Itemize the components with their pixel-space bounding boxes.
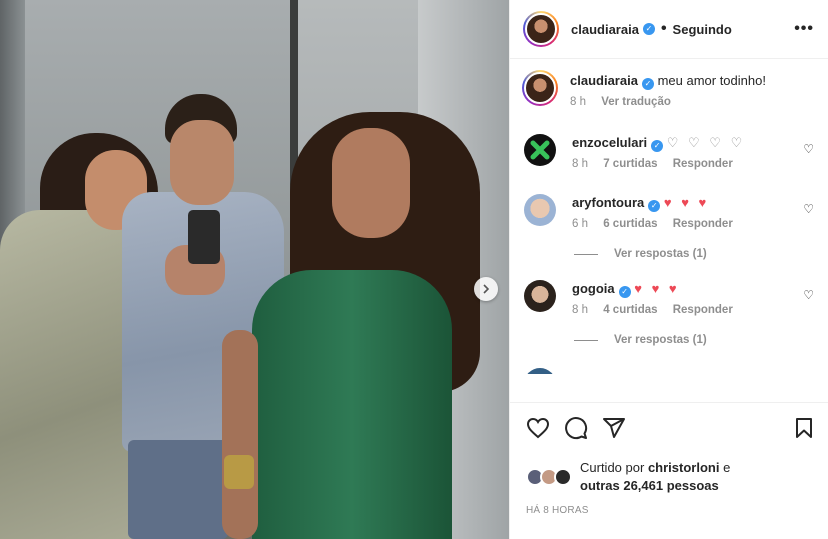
replies-divider bbox=[574, 339, 598, 341]
likes-summary: Curtido por christorloni e outras 26,461… bbox=[526, 459, 814, 495]
comment-avatar[interactable] bbox=[524, 194, 556, 226]
caption-time: 8 h bbox=[570, 96, 586, 108]
translate-link[interactable]: Ver tradução bbox=[601, 96, 671, 108]
likes-username[interactable]: christorloni bbox=[648, 460, 720, 475]
like-heart-icon[interactable] bbox=[526, 417, 550, 439]
gold-bracelet bbox=[224, 455, 254, 489]
smartphone bbox=[188, 210, 220, 264]
view-replies-label[interactable]: Ver respostas (1) bbox=[614, 248, 707, 260]
separator-dot: • bbox=[660, 20, 667, 37]
comment-like-heart-icon[interactable]: ♡ bbox=[803, 202, 814, 216]
comment-likes[interactable]: 6 curtidas bbox=[603, 218, 657, 230]
green-x-logo-icon bbox=[530, 140, 550, 160]
comment-item: gogoia ✓ ♥ ♥ ♥ 8 h 4 curtidas Responder ♡ bbox=[524, 280, 814, 316]
comment-username[interactable]: gogoia bbox=[572, 281, 615, 296]
person-right-face bbox=[332, 128, 410, 238]
caption-text: meu amor todinho! bbox=[657, 73, 766, 88]
comment-avatar[interactable] bbox=[524, 134, 556, 166]
comment-text: ♥ ♥ ♥ bbox=[634, 281, 680, 296]
verified-icon: ✓ bbox=[651, 140, 664, 152]
person-right-dress bbox=[252, 270, 452, 539]
comment-username[interactable]: enzocelulari bbox=[572, 135, 647, 150]
view-replies-link[interactable]: Ver respostas (1) bbox=[574, 334, 814, 346]
person-middle-shorts bbox=[128, 440, 228, 539]
comment-text: ♡ ♡ ♡ ♡ bbox=[666, 135, 746, 150]
likes-prefix: Curtido por bbox=[580, 460, 645, 475]
reply-button[interactable]: Responder bbox=[673, 158, 733, 170]
post-header: claudiaraia ✓ • Seguindo ••• bbox=[510, 0, 828, 59]
comment-time: 6 h bbox=[572, 218, 588, 230]
comment-time: 8 h bbox=[572, 158, 588, 170]
chevron-right-icon bbox=[483, 284, 490, 294]
likes-text: Curtido por christorloni e outras 26,461… bbox=[580, 459, 730, 495]
view-replies-link[interactable]: Ver respostas (1) bbox=[574, 248, 814, 260]
comment-item-partial bbox=[524, 368, 814, 374]
comment-username[interactable]: aryfontoura bbox=[572, 195, 644, 210]
post-photo[interactable] bbox=[0, 0, 509, 539]
comment-item: aryfontoura ✓ ♥ ♥ ♥ 6 h 6 curtidas Respon… bbox=[524, 194, 814, 230]
share-send-icon[interactable] bbox=[602, 417, 626, 439]
following-button[interactable]: Seguindo bbox=[673, 22, 732, 37]
comment-likes[interactable]: 7 curtidas bbox=[603, 158, 657, 170]
liker-avatars[interactable] bbox=[526, 468, 580, 486]
person-middle-face bbox=[170, 120, 234, 205]
verified-icon: ✓ bbox=[641, 78, 654, 90]
comments-list: claudiaraia ✓ meu amor todinho! 8 h Ver t… bbox=[510, 60, 828, 402]
action-icons bbox=[526, 413, 814, 443]
likes-others[interactable]: outras 26,461 pessoas bbox=[580, 478, 719, 493]
bookmark-icon[interactable] bbox=[794, 417, 814, 439]
author-username[interactable]: claudiaraia bbox=[571, 22, 639, 37]
more-options-icon[interactable]: ••• bbox=[794, 20, 814, 38]
view-replies-label[interactable]: Ver respostas (1) bbox=[614, 334, 707, 346]
comment-avatar[interactable] bbox=[524, 368, 556, 374]
person-right-arm bbox=[222, 330, 258, 539]
replies-divider bbox=[574, 253, 598, 255]
caption-username[interactable]: claudiaraia bbox=[570, 73, 638, 88]
verified-icon: ✓ bbox=[648, 200, 661, 212]
comment-item: enzocelulari ✓ ♡ ♡ ♡ ♡ 8 h 7 curtidas Res… bbox=[524, 134, 814, 170]
likes-conj: e bbox=[723, 460, 731, 475]
carousel-next-button[interactable] bbox=[474, 277, 498, 301]
comment-like-heart-icon[interactable]: ♡ bbox=[803, 142, 814, 156]
author-avatar[interactable] bbox=[523, 11, 559, 47]
comment-likes[interactable]: 4 curtidas bbox=[603, 304, 657, 316]
comment-text: ♥ ♥ ♥ bbox=[663, 195, 710, 210]
post-sidebar: claudiaraia ✓ • Seguindo ••• claudiaraia… bbox=[509, 0, 828, 539]
post-actions: Curtido por christorloni e outras 26,461… bbox=[510, 402, 828, 516]
comment-bubble-icon[interactable] bbox=[564, 416, 588, 440]
comment-avatar[interactable] bbox=[524, 280, 556, 312]
caption-avatar[interactable] bbox=[522, 70, 558, 106]
verified-icon: ✓ bbox=[618, 286, 631, 298]
post-timestamp[interactable]: HÁ 8 HORAS bbox=[526, 505, 814, 516]
reply-button[interactable]: Responder bbox=[673, 304, 733, 316]
verified-icon: ✓ bbox=[642, 23, 655, 35]
comment-time: 8 h bbox=[572, 304, 588, 316]
caption: claudiaraia ✓ meu amor todinho! 8 h Ver t… bbox=[522, 70, 814, 108]
comment-like-heart-icon[interactable]: ♡ bbox=[803, 288, 814, 302]
reply-button[interactable]: Responder bbox=[673, 218, 733, 230]
